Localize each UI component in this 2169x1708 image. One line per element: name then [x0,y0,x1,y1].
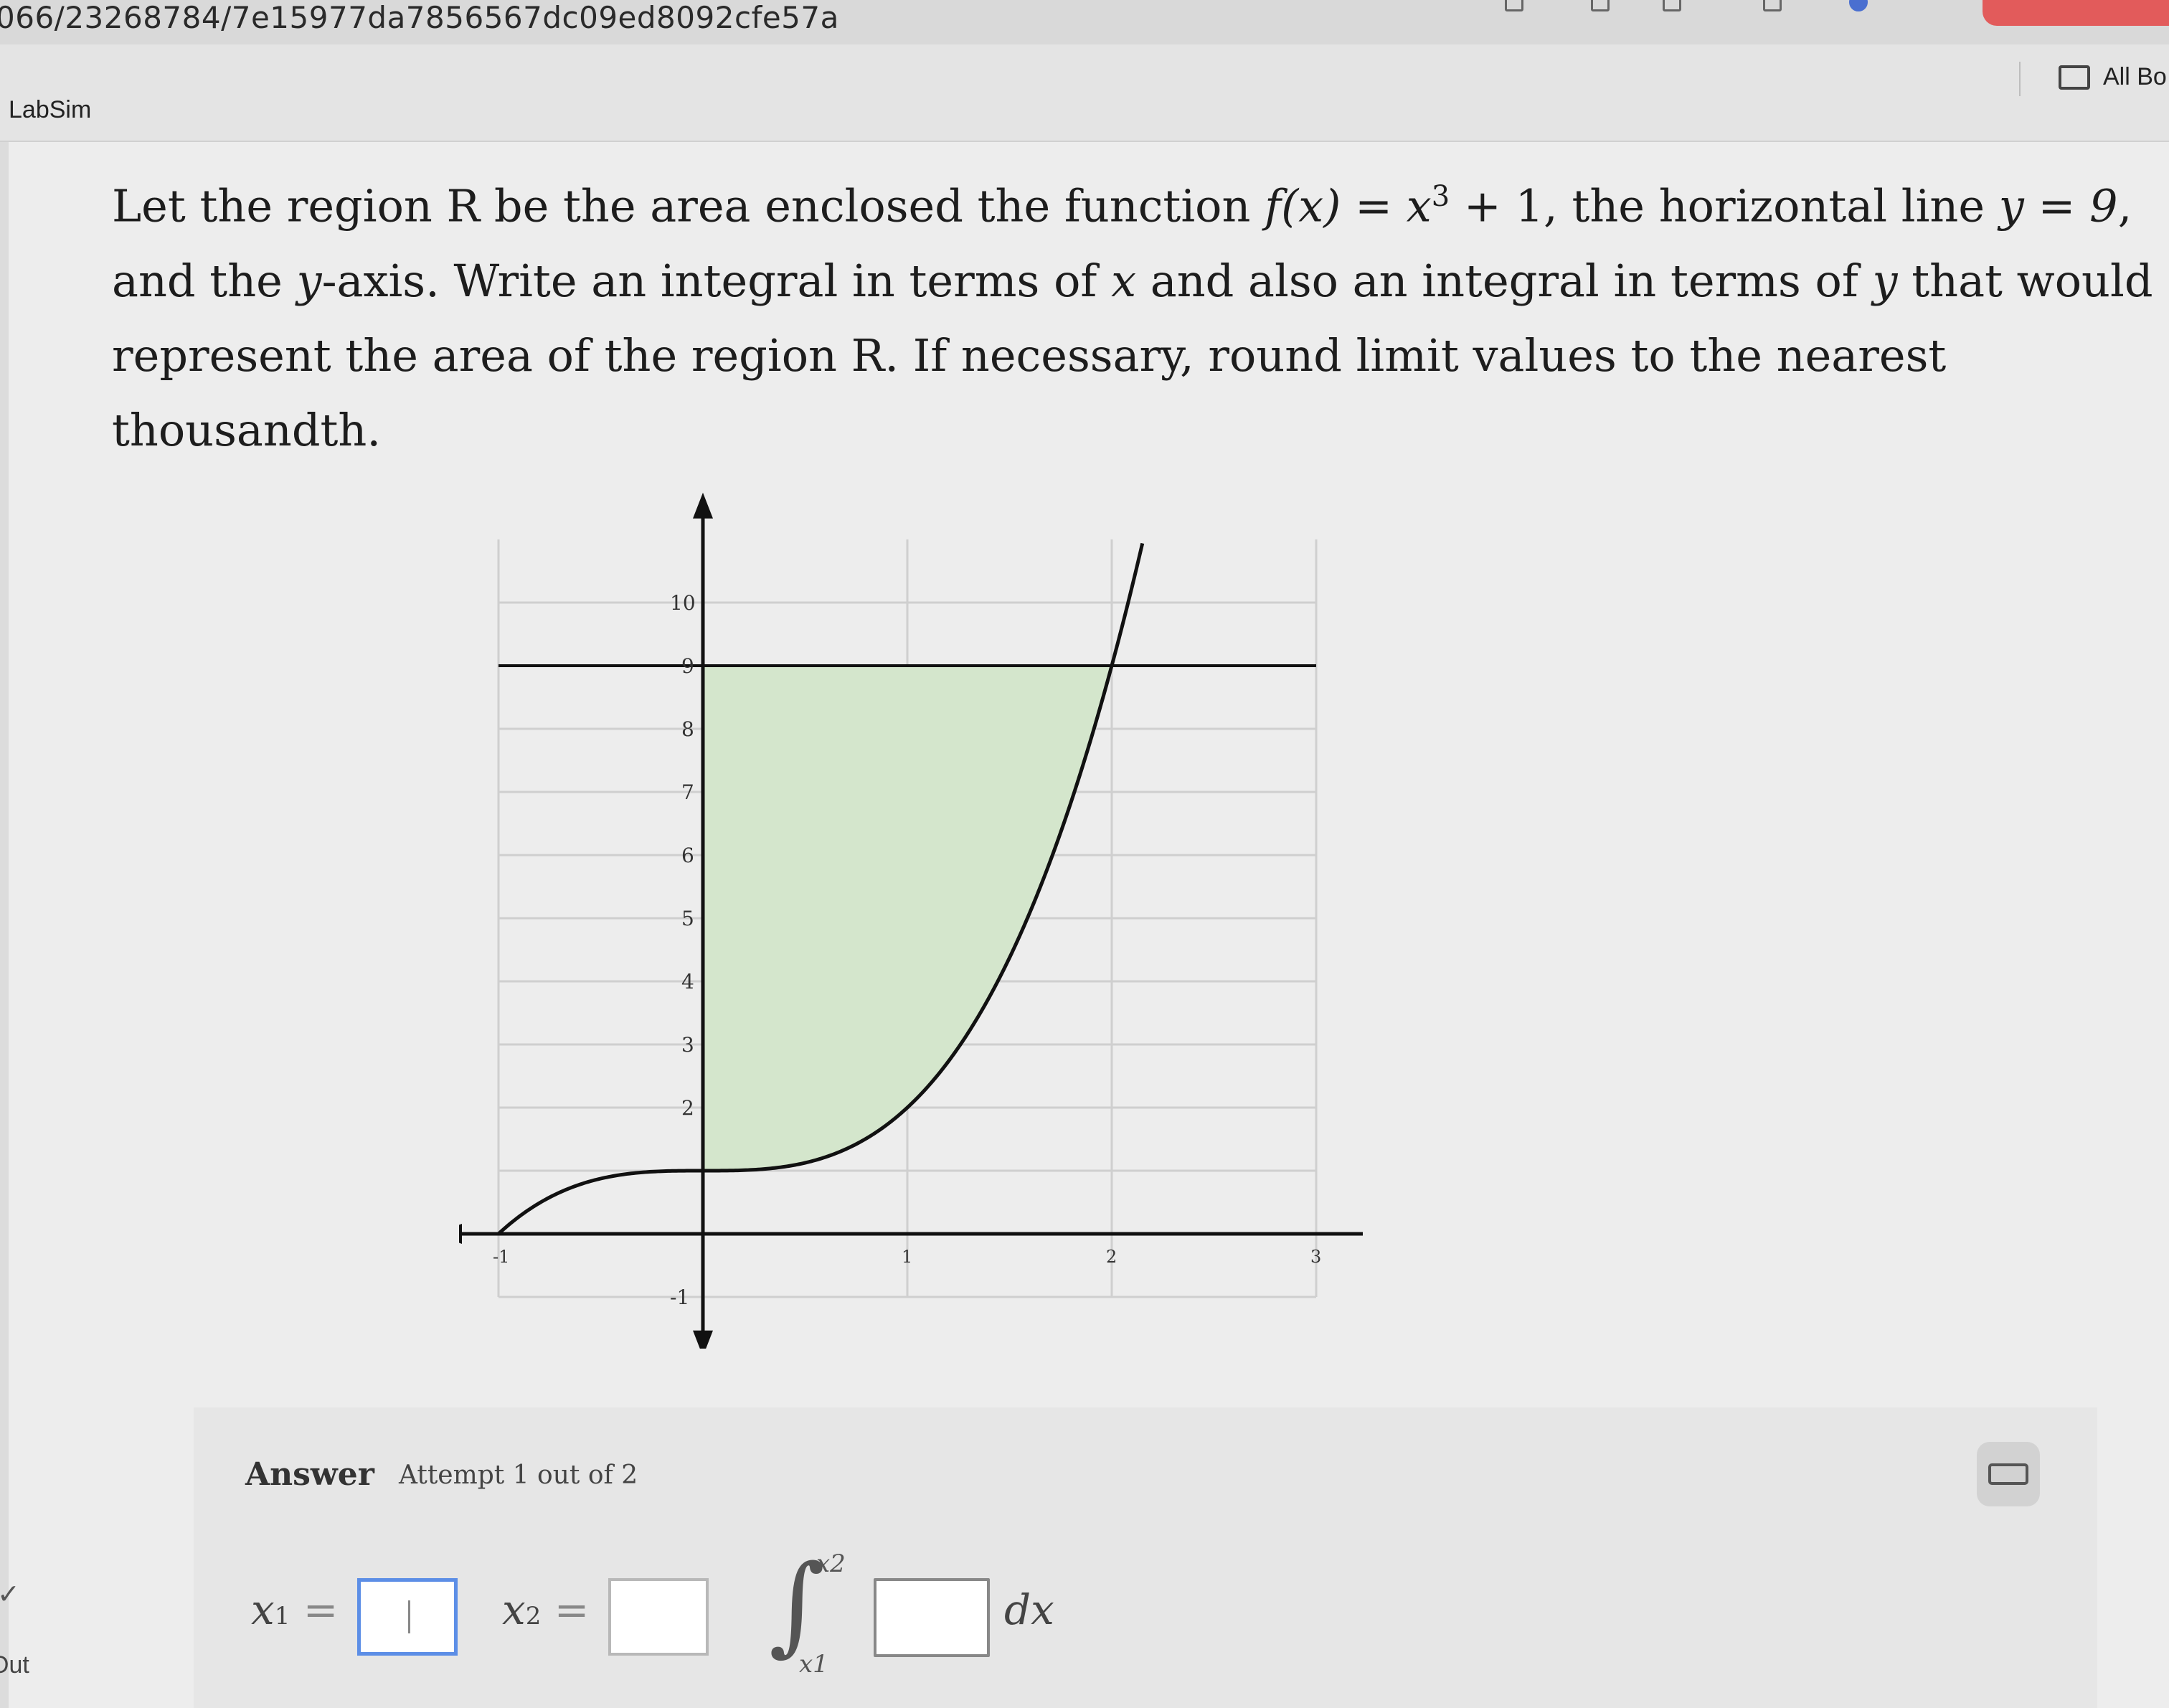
keyboard-button[interactable] [1977,1442,2040,1506]
x1-input[interactable] [357,1578,458,1656]
y-axis-label: y [691,488,706,489]
y-tick-label: 8 [681,717,694,741]
question-part: -axis. Write an integral in terms of [321,254,1112,307]
folder-icon [2059,65,2090,90]
exponent: 3 [1431,180,1450,213]
bookmarks-divider [2019,62,2021,96]
question-part: Let the region R be the area enclosed th… [112,179,1265,232]
x1-var: x [251,1585,275,1634]
integrand-input[interactable] [874,1578,990,1657]
x2-input[interactable] [608,1578,709,1656]
chevron-icon[interactable]: ✓ [0,1578,20,1610]
attempt-counter: Attempt 1 out of 2 [399,1461,638,1490]
answer-heading: Answer [245,1456,374,1493]
x2-var: x [502,1585,526,1634]
extension-icon[interactable] [1663,0,1681,11]
function-expression: f(x) = x [1265,179,1432,232]
line-expression: y = 9 [1998,179,2118,232]
url-text[interactable]: 066/23268784/7e15977da7856567dc09ed8092c… [0,0,839,35]
y-tick-label: 2 [681,1096,694,1120]
profile-icon[interactable] [1849,0,1868,11]
text-caret [408,1600,410,1633]
url-bar[interactable]: 066/23268784/7e15977da7856567dc09ed8092c… [0,0,2169,44]
y-tick-label: 7 [681,780,694,804]
extension-icon[interactable] [1505,0,1523,11]
question-part: and also an integral in terms of [1136,254,1873,307]
x2-subscript: 2 [525,1602,542,1631]
all-bookmarks-label: All Bo [2103,63,2167,90]
all-bookmarks-button[interactable]: All Bo [2059,63,2167,91]
y-tick-label: 6 [681,844,694,867]
x-tick-label: 3 [1310,1247,1321,1267]
sidebar-out-label[interactable]: Out [0,1651,29,1679]
axis-variable: y [296,254,322,307]
y-tick-label: 5 [681,907,694,930]
variable-y: y [1872,254,1898,307]
dx-label: dx [1004,1585,1054,1634]
x1-label: x1 = [251,1585,338,1634]
question-part: + 1, the horizontal line [1450,179,1999,232]
question-text: Let the region R be the area enclosed th… [112,159,2163,468]
bookmark-labsim[interactable]: LabSim [9,96,91,124]
y-tick-label: 9 [681,654,694,678]
y-axis-arrow-up [693,492,713,519]
left-sidebar [0,142,9,1708]
x2-label: x2 = [502,1585,589,1634]
equals-sign: = [290,1585,339,1634]
y-tick-label: -1 [670,1285,689,1309]
x-axis-arrow-left [459,1224,462,1244]
bookmarks-bar: LabSim All Bo [0,44,2169,142]
equals-sign: = [541,1585,590,1634]
answer-panel [194,1407,2097,1708]
x-tick-label: 2 [1106,1247,1117,1267]
x-tick-label: -1 [493,1247,509,1267]
integral-lower-limit: x1 [799,1650,828,1679]
update-button[interactable] [1983,0,2169,26]
function-graph: xy-1123-12345678910 [459,488,1363,1349]
toolbar-icons [1380,0,2169,26]
x-tick-label: 1 [902,1247,912,1267]
y-tick-label: 4 [681,970,694,994]
x1-subscript: 1 [274,1602,290,1631]
keyboard-icon [1988,1463,2028,1485]
y-axis-arrow-down [693,1330,713,1349]
y-tick-label: 10 [670,591,696,615]
extension-icon[interactable] [1763,0,1782,11]
extension-icon[interactable] [1591,0,1610,11]
variable-x: x [1111,254,1137,307]
integral-upper-limit: x2 [816,1549,846,1578]
y-tick-label: 3 [681,1033,694,1057]
